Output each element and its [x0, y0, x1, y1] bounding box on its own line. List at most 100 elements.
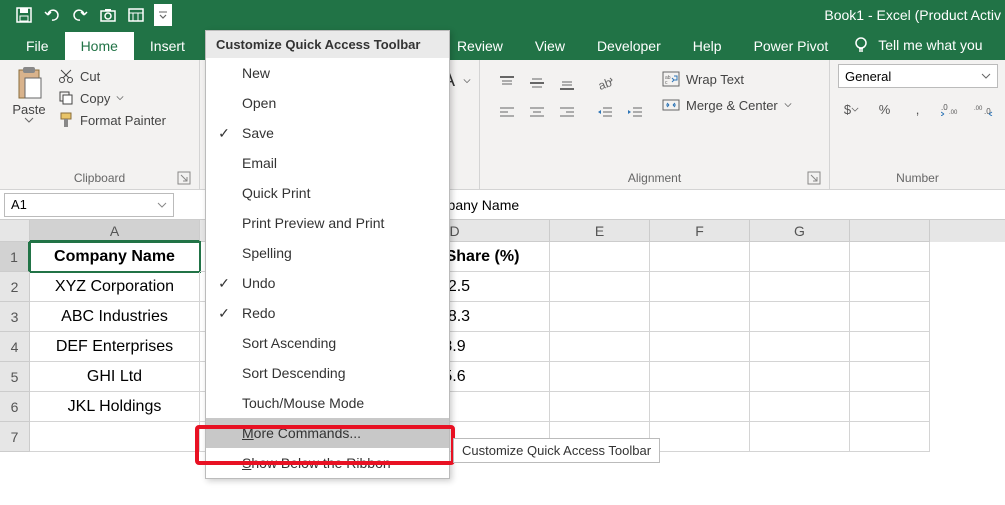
format-painter-button[interactable]: Format Painter [58, 112, 166, 128]
qat-menu-item[interactable]: Quick Print [206, 178, 449, 208]
qat-menu-item[interactable]: ✓Redo [206, 298, 449, 328]
row-header-1[interactable]: 1 [0, 242, 30, 272]
cell-f1[interactable] [650, 242, 750, 272]
cell-f5[interactable] [650, 362, 750, 392]
cell-f2[interactable] [650, 272, 750, 302]
row-header-4[interactable]: 4 [0, 332, 30, 362]
align-middle-icon[interactable] [524, 70, 550, 96]
col-header-a[interactable]: A [30, 220, 200, 242]
align-bottom-icon[interactable] [554, 70, 580, 96]
tab-insert[interactable]: Insert [134, 32, 201, 60]
row-header-3[interactable]: 3 [0, 302, 30, 332]
align-right-icon[interactable] [554, 100, 580, 126]
qat-menu-item[interactable]: Open [206, 88, 449, 118]
cell-a2[interactable]: XYZ Corporation [30, 272, 200, 302]
save-icon[interactable] [12, 3, 36, 27]
decrease-indent-icon[interactable] [592, 100, 618, 126]
qat-menu-item[interactable]: ✓Save [206, 118, 449, 148]
paste-button[interactable]: Paste [8, 64, 50, 169]
qat-menu-show-below[interactable]: Show Below the Ribbon [206, 448, 449, 478]
row-header-6[interactable]: 6 [0, 392, 30, 422]
cell-f6[interactable] [650, 392, 750, 422]
cell-f3[interactable] [650, 302, 750, 332]
cell-g4[interactable] [750, 332, 850, 362]
qat-menu-item[interactable]: Email [206, 148, 449, 178]
cell-h2[interactable] [850, 272, 930, 302]
cell-g7[interactable] [750, 422, 850, 452]
currency-button[interactable]: $ [838, 96, 865, 122]
cell-h4[interactable] [850, 332, 930, 362]
cell-e4[interactable] [550, 332, 650, 362]
cell-e5[interactable] [550, 362, 650, 392]
tab-file[interactable]: File [10, 32, 65, 60]
merge-center-button[interactable]: Merge & Center [662, 96, 792, 114]
align-left-icon[interactable] [494, 100, 520, 126]
qat-menu-more-commands[interactable]: More Commands... [206, 418, 449, 448]
row-header-7[interactable]: 7 [0, 422, 30, 452]
dialog-launcher-icon[interactable] [807, 171, 821, 185]
cell-e6[interactable] [550, 392, 650, 422]
align-top-icon[interactable] [494, 70, 520, 96]
col-header-e[interactable]: E [550, 220, 650, 242]
cell-h5[interactable] [850, 362, 930, 392]
tab-review[interactable]: Review [441, 32, 519, 60]
orientation-icon[interactable]: ab [592, 70, 618, 96]
cell-a5[interactable]: GHI Ltd [30, 362, 200, 392]
tab-power-pivot[interactable]: Power Pivot [738, 32, 845, 60]
redo-icon[interactable] [68, 3, 92, 27]
undo-icon[interactable] [40, 3, 64, 27]
name-box[interactable]: A1 [4, 193, 174, 217]
col-header-g[interactable]: G [750, 220, 850, 242]
qat-menu-item[interactable]: Print Preview and Print [206, 208, 449, 238]
row-header-2[interactable]: 2 [0, 272, 30, 302]
cell-g2[interactable] [750, 272, 850, 302]
tab-home[interactable]: Home [65, 32, 134, 60]
col-header-f[interactable]: F [650, 220, 750, 242]
comma-button[interactable]: , [904, 96, 931, 122]
cell-a3[interactable]: ABC Industries [30, 302, 200, 332]
dialog-launcher-icon[interactable] [177, 171, 191, 185]
cell-a1[interactable]: Company Name [30, 242, 200, 272]
cell-a4[interactable]: DEF Enterprises [30, 332, 200, 362]
wrap-text-button[interactable]: abc Wrap Text [662, 70, 792, 88]
cell-g5[interactable] [750, 362, 850, 392]
qat-menu-item[interactable]: Spelling [206, 238, 449, 268]
percent-button[interactable]: % [871, 96, 898, 122]
cell-g3[interactable] [750, 302, 850, 332]
camera-icon[interactable] [96, 3, 120, 27]
qat-menu-item[interactable]: Sort Ascending [206, 328, 449, 358]
cell-g1[interactable] [750, 242, 850, 272]
qat-menu-item[interactable]: New [206, 58, 449, 88]
qat-menu-item[interactable]: Touch/Mouse Mode [206, 388, 449, 418]
qat-menu-item[interactable]: Sort Descending [206, 358, 449, 388]
row-header-5[interactable]: 5 [0, 362, 30, 392]
cell-a6[interactable]: JKL Holdings [30, 392, 200, 422]
copy-button[interactable]: Copy [58, 90, 166, 106]
tell-me[interactable]: Tell me what you [844, 30, 990, 60]
cell-h3[interactable] [850, 302, 930, 332]
select-all-corner[interactable] [0, 220, 30, 242]
number-format-select[interactable]: General [838, 64, 998, 88]
tab-developer[interactable]: Developer [581, 32, 677, 60]
cell-e1[interactable] [550, 242, 650, 272]
qat-customize-button[interactable] [154, 4, 172, 26]
tab-help[interactable]: Help [677, 32, 738, 60]
cell-h1[interactable] [850, 242, 930, 272]
cell-a7[interactable] [30, 422, 200, 452]
increase-indent-icon[interactable] [622, 100, 648, 126]
cell-h7[interactable] [850, 422, 930, 452]
cell-h6[interactable] [850, 392, 930, 422]
increase-decimal-button[interactable]: .0.00 [937, 96, 964, 122]
calendar-icon[interactable] [124, 3, 148, 27]
align-center-icon[interactable] [524, 100, 550, 126]
cell-e3[interactable] [550, 302, 650, 332]
col-header-h[interactable] [850, 220, 930, 242]
cut-button[interactable]: Cut [58, 68, 166, 84]
cell-f4[interactable] [650, 332, 750, 362]
qat-menu-item[interactable]: ✓Undo [206, 268, 449, 298]
cell-f7[interactable] [650, 422, 750, 452]
cell-g6[interactable] [750, 392, 850, 422]
decrease-decimal-button[interactable]: .00.0 [970, 96, 997, 122]
cell-e2[interactable] [550, 272, 650, 302]
tab-view[interactable]: View [519, 32, 581, 60]
